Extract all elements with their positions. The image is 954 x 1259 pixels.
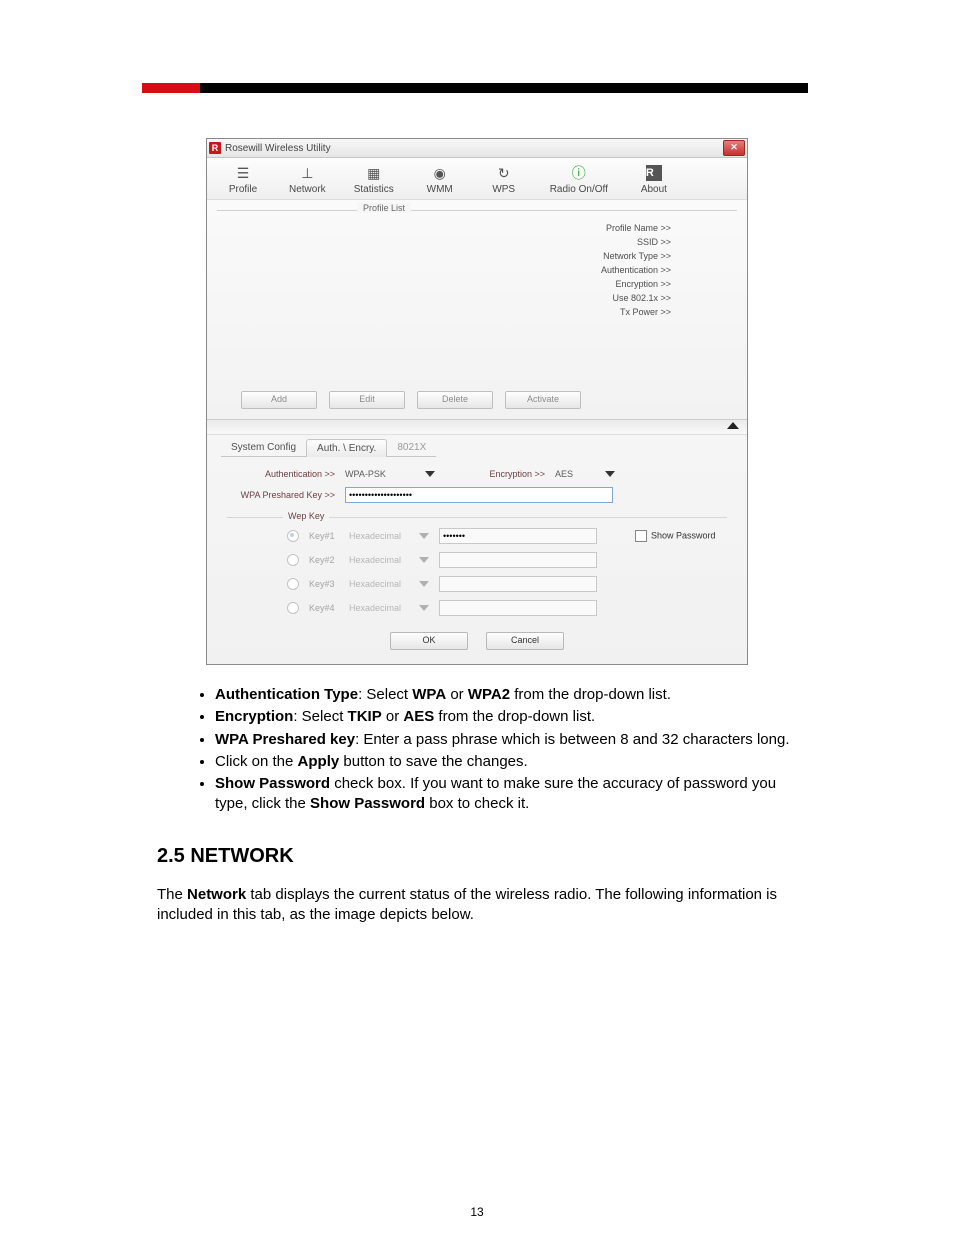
- ok-button[interactable]: OK: [390, 632, 468, 650]
- wep-key3-radio: [287, 578, 299, 590]
- list-item: Show Password check box. If you want to …: [215, 774, 797, 815]
- list-item: Authentication Type: Select WPA or WPA2 …: [215, 685, 797, 705]
- chevron-down-icon[interactable]: [605, 471, 615, 477]
- delete-button[interactable]: Delete: [417, 391, 493, 409]
- tab-label: Radio On/Off: [550, 184, 608, 195]
- info-ssid: SSID >>: [523, 235, 731, 249]
- list-item: WPA Preshared key: Enter a pass phrase w…: [215, 730, 797, 750]
- wep-key2-input: [439, 552, 597, 568]
- enc-value: AES: [555, 469, 573, 479]
- tab-label: Profile: [229, 184, 257, 195]
- page-number: 13: [142, 1205, 812, 1219]
- tab-statistics[interactable]: ▦ Statistics: [354, 164, 394, 195]
- close-button[interactable]: ✕: [723, 140, 745, 156]
- wep-legend: Wep Key: [283, 511, 329, 521]
- info-tx-power: Tx Power >>: [523, 305, 731, 319]
- chevron-down-icon: [419, 533, 429, 539]
- edit-button[interactable]: Edit: [329, 391, 405, 409]
- list-item: Click on the Apply button to save the ch…: [215, 752, 797, 772]
- radio-icon: ⓘ: [569, 164, 589, 182]
- wep-key3-input: [439, 576, 597, 592]
- tab-label: WPS: [492, 184, 515, 195]
- tab-label: Network: [289, 184, 326, 195]
- tab-label: Statistics: [354, 184, 394, 195]
- chevron-down-icon: [419, 605, 429, 611]
- chevron-down-icon: [419, 581, 429, 587]
- wep-key2-label: Key#2: [309, 555, 339, 565]
- wep-key2-radio: [287, 554, 299, 566]
- chevron-down-icon[interactable]: [425, 471, 435, 477]
- info-8021x: Use 802.1x >>: [523, 291, 731, 305]
- info-encryption: Encryption >>: [523, 277, 731, 291]
- tab-label: About: [641, 184, 667, 195]
- tab-wmm[interactable]: ◉ WMM: [422, 164, 458, 195]
- app-icon: R: [209, 142, 221, 154]
- wep-key1-label: Key#1: [309, 531, 339, 541]
- show-password-checkbox[interactable]: Show Password: [635, 530, 716, 542]
- about-icon: R: [644, 164, 664, 182]
- wep-key4-label: Key#4: [309, 603, 339, 613]
- wep-key4-radio: [287, 602, 299, 614]
- profile-list-section: Profile List Profile Name >> SSID >> Net…: [217, 210, 737, 381]
- wep-key1-format: Hexadecimal: [349, 531, 409, 541]
- app-window: R Rosewill Wireless Utility ✕ ☰ Profile …: [206, 138, 748, 665]
- info-authentication: Authentication >>: [523, 263, 731, 277]
- enc-select[interactable]: AES: [555, 469, 595, 479]
- wep-key4-input: [439, 600, 597, 616]
- show-password-label: Show Password: [651, 530, 716, 540]
- activate-button[interactable]: Activate: [505, 391, 581, 409]
- wep-key2-format: Hexadecimal: [349, 555, 409, 565]
- chevron-up-icon: [727, 422, 739, 429]
- bullet-list: Authentication Type: Select WPA or WPA2 …: [157, 685, 797, 815]
- subtabs: System Config Auth. \ Encry. 8021X: [207, 435, 747, 457]
- wep-key1-radio: [287, 530, 299, 542]
- tab-wps[interactable]: ↻ WPS: [486, 164, 522, 195]
- add-button[interactable]: Add: [241, 391, 317, 409]
- psk-label: WPA Preshared Key >>: [227, 490, 335, 500]
- profile-list-legend: Profile List: [357, 203, 411, 213]
- statistics-icon: ▦: [364, 164, 384, 182]
- auth-form: Authentication >> WPA-PSK Encryption >> …: [207, 457, 747, 664]
- section-heading: 2.5 NETWORK: [157, 843, 797, 870]
- info-network-type: Network Type >>: [523, 249, 731, 263]
- cancel-button[interactable]: Cancel: [486, 632, 564, 650]
- tab-radio[interactable]: ⓘ Radio On/Off: [550, 164, 608, 195]
- info-profile-name: Profile Name >>: [523, 221, 731, 235]
- network-icon: ⊥: [297, 164, 317, 182]
- wep-key1-input: [439, 528, 597, 544]
- subtab-system-config[interactable]: System Config: [221, 439, 306, 457]
- wep-section: Wep Key Key#1 Hexadecimal Show Password …: [227, 517, 727, 624]
- prose-section: Authentication Type: Select WPA or WPA2 …: [157, 685, 797, 925]
- tab-about[interactable]: R About: [636, 164, 672, 195]
- auth-select[interactable]: WPA-PSK: [345, 469, 415, 479]
- tab-profile[interactable]: ☰ Profile: [225, 164, 261, 195]
- auth-value: WPA-PSK: [345, 469, 386, 479]
- tab-label: WMM: [427, 184, 453, 195]
- profile-list[interactable]: [217, 210, 517, 361]
- wep-key3-label: Key#3: [309, 579, 339, 589]
- psk-input[interactable]: [345, 487, 613, 503]
- auth-label: Authentication >>: [227, 469, 335, 479]
- titlebar: R Rosewill Wireless Utility ✕: [207, 139, 747, 158]
- wep-key4-format: Hexadecimal: [349, 603, 409, 613]
- subtab-8021x: 8021X: [387, 439, 436, 457]
- main-toolbar: ☰ Profile ⊥ Network ▦ Statistics ◉ WMM ↻: [207, 158, 747, 200]
- window-title: Rosewill Wireless Utility: [225, 143, 723, 154]
- wps-icon: ↻: [494, 164, 514, 182]
- wmm-icon: ◉: [430, 164, 450, 182]
- profile-info-panel: Profile Name >> SSID >> Network Type >> …: [517, 210, 737, 381]
- ok-cancel-row: OK Cancel: [227, 624, 727, 660]
- collapse-divider[interactable]: [207, 419, 747, 435]
- wep-key3-format: Hexadecimal: [349, 579, 409, 589]
- enc-label: Encryption >>: [475, 469, 545, 479]
- list-item: Encryption: Select TKIP or AES from the …: [215, 707, 797, 727]
- subtab-auth-encry[interactable]: Auth. \ Encry.: [306, 439, 387, 457]
- tab-network[interactable]: ⊥ Network: [289, 164, 326, 195]
- chevron-down-icon: [419, 557, 429, 563]
- profile-button-row: Add Edit Delete Activate: [217, 387, 737, 419]
- header-bar: [142, 80, 812, 98]
- paragraph: The Network tab displays the current sta…: [157, 885, 797, 926]
- profile-icon: ☰: [233, 164, 253, 182]
